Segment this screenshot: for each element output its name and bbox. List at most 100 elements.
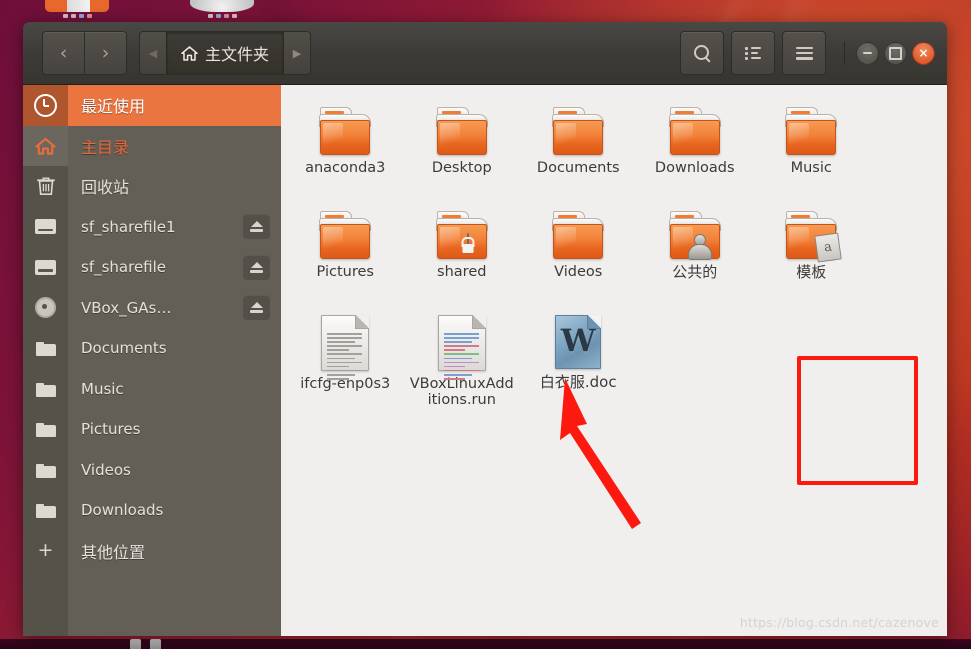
desktop-icon-2-label	[190, 14, 254, 18]
sidebar-item-主目录[interactable]: 主目录	[68, 126, 281, 167]
sidebar-item-回收站[interactable]: 回收站	[68, 166, 281, 207]
eject-button[interactable]	[243, 295, 270, 321]
folder-icon	[23, 462, 68, 478]
view-toggle-button[interactable]	[731, 31, 775, 75]
sidebar-item-Downloads[interactable]: Downloads	[68, 490, 281, 531]
search-button[interactable]	[680, 31, 724, 75]
template-badge-icon: a	[814, 232, 843, 263]
desktop-icon-partial-1[interactable]	[45, 0, 109, 18]
sidebar-item-list: 最近使用主目录回收站 sf_sharefile1 sf_sharefile VBox_…	[68, 85, 281, 636]
file-item-Pictures[interactable]: Pictures	[287, 203, 404, 307]
sidebar-item-Documents[interactable]: Documents	[68, 328, 281, 369]
desktop-icon-2-glyph	[190, 0, 254, 12]
file-item-模板[interactable]: a 模板	[753, 203, 870, 307]
sidebar-item-icon-1	[23, 125, 68, 166]
minimize-button[interactable]	[856, 41, 879, 65]
folder-icon	[317, 107, 373, 155]
window-body: + 最近使用主目录回收站 sf_sharefile1 sf_sharefile VBo…	[23, 85, 947, 636]
dock-icon[interactable]	[130, 639, 141, 649]
drive-icon	[23, 219, 68, 235]
file-item-白衣服.doc[interactable]: W 白衣服.doc	[520, 307, 637, 411]
drive-icon	[23, 259, 68, 275]
folder-icon	[317, 211, 373, 259]
folder-icon	[23, 340, 68, 357]
titlebar-right-group: ×	[680, 31, 935, 75]
file-item-label: Videos	[554, 264, 603, 280]
home-icon	[23, 136, 68, 155]
file-list-area[interactable]: anaconda3 Desktop Documents Downloads Music P…	[281, 85, 947, 636]
pathbar-scroll-right-button[interactable]: ▶	[284, 32, 310, 74]
sidebar-item-其他位置[interactable]: 其他位置	[68, 531, 281, 572]
list-view-icon	[744, 46, 762, 60]
sidebar-item-icon-3	[23, 207, 68, 248]
pathbar-scroll-left-button[interactable]: ◀	[140, 32, 166, 74]
file-item-label: Music	[790, 160, 832, 176]
folder-icon	[23, 421, 68, 438]
document-icon	[437, 315, 486, 380]
folder-icon	[550, 107, 606, 155]
home-icon	[181, 45, 198, 61]
dock-icon-group[interactable]	[130, 639, 161, 649]
eject-button[interactable]	[243, 254, 270, 280]
sidebar-item-VBox_GAs…[interactable]: VBox_GAs…	[68, 288, 281, 329]
sidebar-item-Pictures[interactable]: Pictures	[68, 409, 281, 450]
file-item-label: Pictures	[316, 264, 374, 280]
file-item-label: Documents	[536, 160, 620, 176]
folder-icon	[550, 211, 606, 259]
sidebar-item-label: sf_sharefile	[81, 258, 167, 277]
sidebar-item-icon-10	[23, 490, 68, 531]
sidebar-item-label: Documents	[81, 339, 167, 358]
sidebar-item-label: 回收站	[81, 178, 130, 198]
folder-icon	[434, 107, 490, 155]
clock-icon	[23, 93, 68, 117]
back-button[interactable]: ‹	[42, 31, 85, 75]
file-item-VBoxLinuxAdditions.run[interactable]: VBoxLinuxAdditions.run	[404, 307, 521, 411]
disc-icon	[23, 297, 68, 319]
chevron-right-icon: ›	[101, 41, 110, 64]
menu-button[interactable]	[782, 31, 826, 75]
file-item-Documents[interactable]: Documents	[520, 99, 637, 203]
sidebar-item-label: Downloads	[81, 501, 164, 520]
sidebar-item-sf_sharefile[interactable]: sf_sharefile	[68, 247, 281, 288]
sidebar-item-sf_sharefile1[interactable]: sf_sharefile1	[68, 207, 281, 248]
desktop-icon-1-label	[45, 14, 109, 18]
eject-icon	[250, 261, 263, 268]
close-button[interactable]: ×	[912, 41, 935, 65]
sidebar-item-label: Pictures	[81, 420, 141, 439]
breadcrumb-item-home[interactable]: 主文件夹	[166, 32, 285, 74]
file-item-anaconda3[interactable]: anaconda3	[287, 99, 404, 203]
hamburger-menu-icon	[795, 46, 813, 60]
folder-icon	[783, 107, 839, 155]
file-item-公共的[interactable]: 公共的	[637, 203, 754, 307]
sidebar-icon-column: +	[23, 85, 68, 636]
file-item-Downloads[interactable]: Downloads	[637, 99, 754, 203]
sidebar-item-Music[interactable]: Music	[68, 369, 281, 410]
breadcrumb-label: 主文件夹	[205, 45, 270, 64]
file-item-ifcfg-enp0s3[interactable]: ifcfg-enp0s3	[287, 307, 404, 411]
dock-icon[interactable]	[150, 639, 161, 649]
person-badge-icon	[700, 234, 722, 258]
desktop-icon-partial-2[interactable]	[190, 0, 254, 18]
window-titlebar: ‹ › ◀ 主文件夹 ▶ ×	[23, 22, 947, 85]
watermark-text: https://blog.csdn.net/cazenove	[739, 615, 939, 630]
word-document-icon: W	[555, 315, 602, 369]
sidebar-item-label: 其他位置	[81, 542, 146, 562]
maximize-button[interactable]	[884, 41, 907, 65]
sidebar-item-Videos[interactable]: Videos	[68, 450, 281, 491]
file-item-label: 白衣服.doc	[539, 373, 617, 391]
forward-button[interactable]: ›	[85, 31, 127, 75]
sidebar-item-icon-2	[23, 166, 68, 207]
eject-button[interactable]	[243, 214, 270, 240]
sidebar-item-label: Music	[81, 379, 124, 398]
file-item-Videos[interactable]: Videos	[520, 203, 637, 307]
sidebar-item-label: 主目录	[81, 137, 130, 157]
file-item-Music[interactable]: Music	[753, 99, 870, 203]
file-item-Desktop[interactable]: Desktop	[404, 99, 521, 203]
close-icon: ×	[918, 46, 929, 60]
file-item-label: 模板	[796, 263, 827, 281]
chevron-left-icon: ‹	[59, 41, 68, 64]
file-item-shared[interactable]: shared	[404, 203, 521, 307]
plus-icon: +	[37, 539, 54, 562]
file-item-label: 公共的	[672, 263, 718, 281]
sidebar-item-最近使用[interactable]: 最近使用	[68, 85, 281, 126]
